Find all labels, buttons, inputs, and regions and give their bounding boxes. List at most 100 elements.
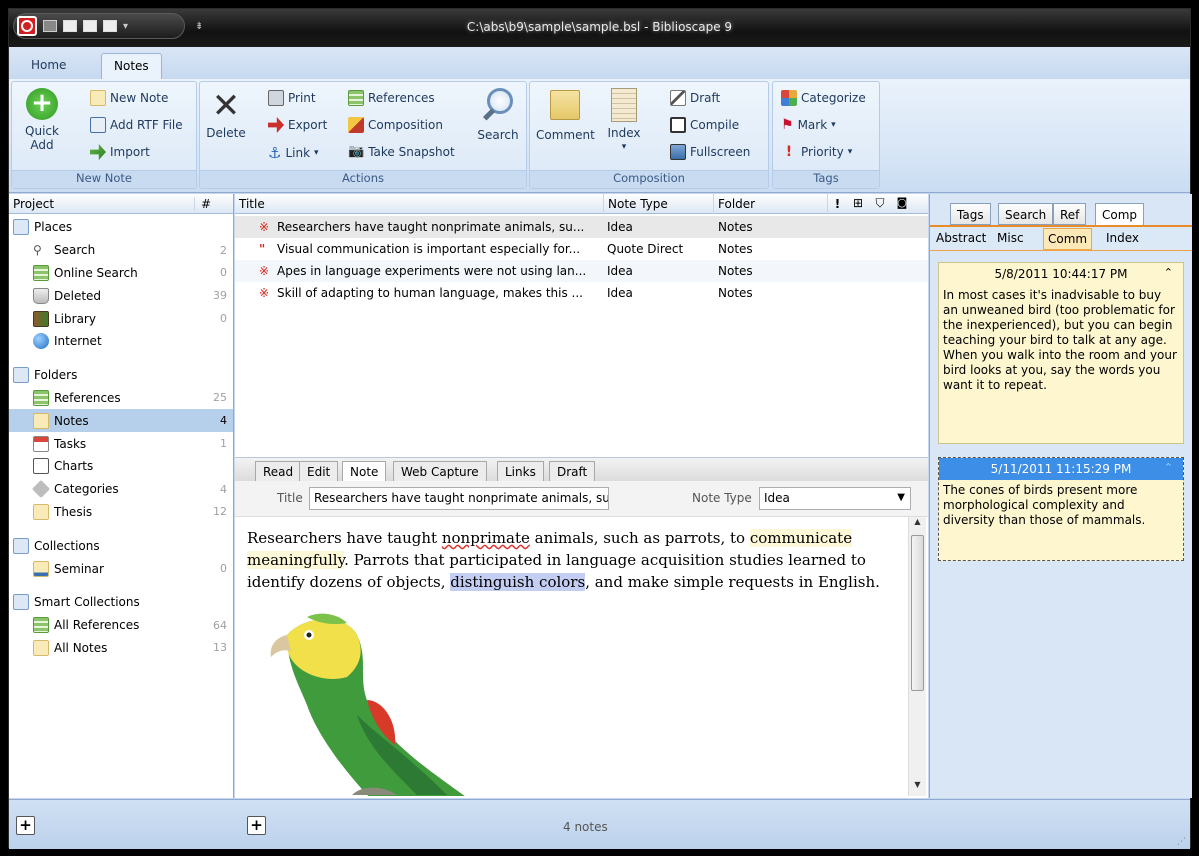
add-project-button[interactable]: + xyxy=(16,816,35,835)
mark-button[interactable]: ⚑ Mark ▾ xyxy=(781,117,836,133)
export-button[interactable]: Export xyxy=(268,117,327,133)
resize-grip-icon[interactable]: ⋰ xyxy=(1177,837,1186,847)
note-body[interactable]: Researchers have taught nonprimate anima… xyxy=(235,517,906,796)
tree-item-all-notes[interactable]: All Notes 13 xyxy=(9,637,233,660)
fullscreen-button[interactable]: Fullscreen xyxy=(670,144,750,160)
import-button[interactable]: Import xyxy=(90,144,150,160)
comment-card[interactable]: 5/11/2011 11:15:29 PM ⌃ The cones of bir… xyxy=(938,457,1184,561)
magnifier-icon xyxy=(481,88,515,124)
tab-edit[interactable]: Edit xyxy=(299,461,339,482)
camera-icon: 📷 xyxy=(348,144,365,159)
grid-column-icon[interactable]: ⊞ xyxy=(847,194,869,214)
subtab-misc[interactable]: Misc xyxy=(997,231,1024,245)
priority-exclamation-icon: ! xyxy=(785,144,793,160)
camera-column-icon[interactable]: ◙ xyxy=(891,194,913,214)
tree-item-categories[interactable]: Categories 4 xyxy=(9,478,233,501)
note-list: ※ Researchers have taught nonprimate ani… xyxy=(235,214,928,304)
new-note-button[interactable]: New Note xyxy=(90,90,168,106)
tab-links[interactable]: Links xyxy=(497,461,544,482)
filter-column-icon[interactable]: ⛉ xyxy=(869,194,891,214)
add-rtf-file-button[interactable]: Add RTF File xyxy=(90,117,183,133)
subtab-index[interactable]: Index xyxy=(1106,231,1139,245)
categorize-grid-icon xyxy=(781,90,797,106)
subtab-comm[interactable]: Comm xyxy=(1043,228,1093,250)
tab-home[interactable]: Home xyxy=(19,53,78,79)
scroll-up-icon[interactable]: ▲ xyxy=(909,517,926,533)
tab-ref[interactable]: Ref xyxy=(1053,203,1087,225)
tab-note[interactable]: Note xyxy=(342,461,387,483)
tab-tags[interactable]: Tags xyxy=(950,203,991,225)
comment-card[interactable]: 5/8/2011 10:44:17 PM ⌃ In most cases it'… xyxy=(938,262,1184,444)
comment-button[interactable]: Comment xyxy=(536,88,595,142)
online-search-icon xyxy=(33,264,49,281)
priority-dropdown-icon: ▾ xyxy=(847,147,853,157)
section-smart-collections[interactable]: Smart Collections xyxy=(9,591,233,614)
priority-button[interactable]: ! Priority ▾ xyxy=(781,144,852,160)
scroll-thumb[interactable] xyxy=(911,535,924,691)
group-label-composition: Composition xyxy=(530,170,768,188)
section-folders[interactable]: Folders xyxy=(9,364,233,387)
export-icon xyxy=(268,117,284,133)
count-column-header[interactable]: # xyxy=(195,197,211,211)
categorize-button[interactable]: Categorize xyxy=(781,90,866,106)
print-button[interactable]: Print xyxy=(268,90,316,106)
title-field-label: Title xyxy=(277,491,303,505)
tab-search[interactable]: Search xyxy=(998,203,1054,225)
note-type-column-header[interactable]: Note Type xyxy=(603,194,672,214)
priority-column-icon[interactable]: ! xyxy=(827,194,847,214)
calendar-icon xyxy=(33,435,49,452)
quote-icon: " xyxy=(259,242,266,256)
note-type-select[interactable]: Idea ▼ xyxy=(759,487,911,510)
tree-item-library[interactable]: Library 0 xyxy=(9,307,233,330)
group-label-actions: Actions xyxy=(200,170,526,188)
tab-read[interactable]: Read xyxy=(255,461,302,482)
tree-item-tasks[interactable]: Tasks 1 xyxy=(9,432,233,455)
scroll-down-icon[interactable]: ▼ xyxy=(909,780,926,796)
tree-item-internet[interactable]: Internet xyxy=(9,330,233,353)
title-field[interactable]: Researchers have taught nonprimate anima… xyxy=(309,487,609,510)
collapse-icon[interactable]: ⌃ xyxy=(1164,461,1173,474)
collapse-icon[interactable]: ⌃ xyxy=(1164,266,1173,279)
note-list-header: Title Note Type Folder ! ⊞ ⛉ ◙ xyxy=(235,194,928,214)
project-column-header[interactable]: Project xyxy=(9,196,195,211)
section-collections[interactable]: Collections xyxy=(9,534,233,557)
note-row[interactable]: ※ Skill of adapting to human language, m… xyxy=(235,282,928,304)
tab-web-capture[interactable]: Web Capture xyxy=(393,461,487,482)
rtf-file-icon xyxy=(90,117,106,133)
trash-icon xyxy=(33,287,49,304)
tree-item-seminar[interactable]: Seminar 0 xyxy=(9,557,233,580)
tree-item-all-references[interactable]: All References 64 xyxy=(9,614,233,637)
draft-button[interactable]: Draft xyxy=(670,90,720,106)
compile-icon xyxy=(670,117,686,133)
tree-item-online-search[interactable]: Online Search 0 xyxy=(9,262,233,285)
link-button[interactable]: ⚓ Link ▾ xyxy=(268,144,319,162)
section-places[interactable]: Places xyxy=(9,216,233,239)
search-button[interactable]: Search xyxy=(476,88,520,142)
note-row[interactable]: ※ Researchers have taught nonprimate ani… xyxy=(235,216,928,238)
references-button[interactable]: References xyxy=(348,90,435,106)
note-body-scrollbar[interactable]: ▲ ▼ xyxy=(908,517,926,796)
tree-item-charts[interactable]: Charts xyxy=(9,455,233,478)
tree-item-thesis[interactable]: Thesis 12 xyxy=(9,501,233,524)
tree-item-search[interactable]: ⚲ Search 2 xyxy=(9,239,233,262)
tree-item-references[interactable]: References 25 xyxy=(9,387,233,410)
compile-button[interactable]: Compile xyxy=(670,117,739,133)
take-snapshot-button[interactable]: 📷 Take Snapshot xyxy=(348,144,455,159)
subtab-abstract[interactable]: Abstract xyxy=(936,231,986,245)
quick-add-button[interactable]: + Quick Add xyxy=(20,88,64,152)
add-note-button[interactable]: + xyxy=(247,816,266,835)
note-row[interactable]: ※ Apes in language experiments were not … xyxy=(235,260,928,282)
flag-icon: ⚑ xyxy=(781,117,794,133)
folder-column-header[interactable]: Folder xyxy=(713,194,759,214)
delete-button[interactable]: ✕ Delete xyxy=(206,88,246,140)
title-column-header[interactable]: Title xyxy=(239,197,265,211)
index-button[interactable]: Index ▾ xyxy=(602,88,646,154)
composition-button[interactable]: Composition xyxy=(348,117,443,133)
tab-notes[interactable]: Notes xyxy=(101,53,162,79)
tab-draft[interactable]: Draft xyxy=(549,461,596,482)
delete-x-icon: ✕ xyxy=(211,86,241,126)
tree-item-notes[interactable]: Notes 4 xyxy=(9,409,233,433)
tree-item-deleted[interactable]: Deleted 39 xyxy=(9,284,233,307)
note-row[interactable]: " Visual communication is important espe… xyxy=(235,238,928,260)
tab-comp[interactable]: Comp xyxy=(1095,203,1145,226)
